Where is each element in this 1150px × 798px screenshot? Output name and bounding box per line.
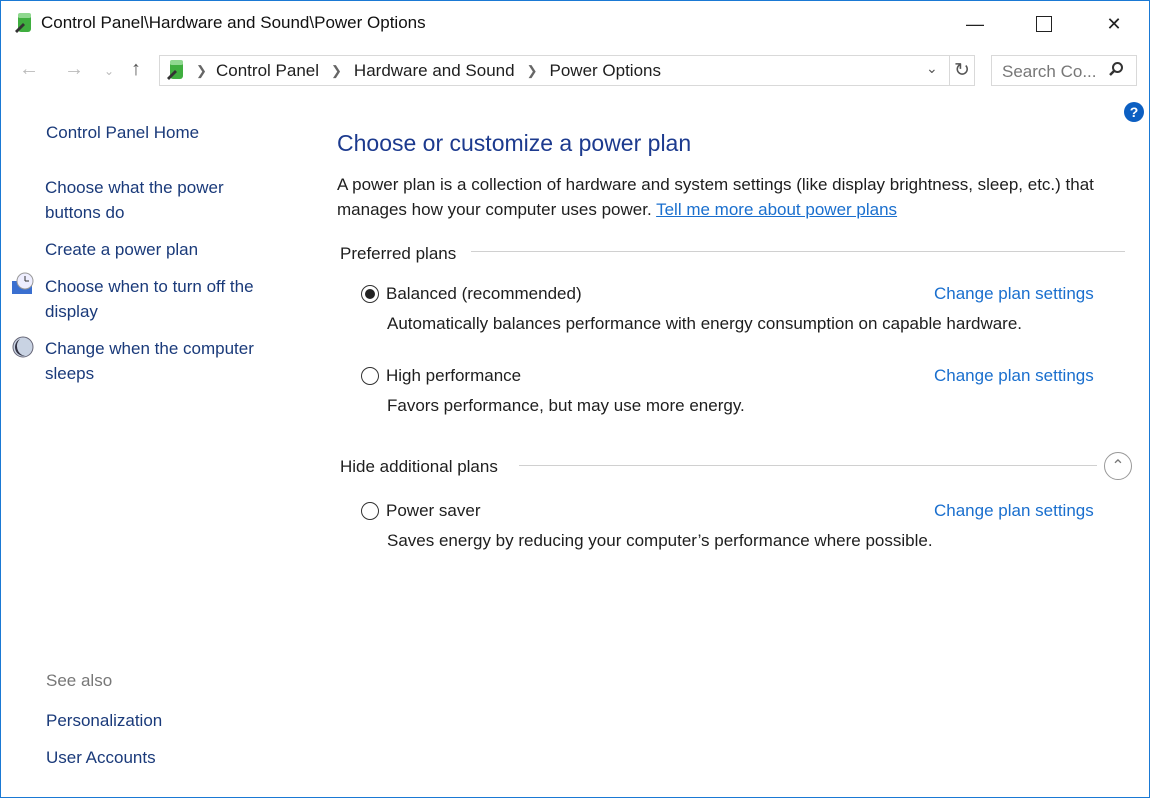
plan-description: Saves energy by reducing your computer’s… (387, 531, 933, 550)
plan-name[interactable]: Power saver (386, 501, 480, 521)
maximize-button[interactable] (1021, 1, 1067, 47)
power-options-icon (13, 11, 35, 40)
sidebar-item-display-off[interactable]: Choose when to turn off the display (45, 274, 285, 324)
see-also-personalization[interactable]: Personalization (46, 708, 162, 733)
minimize-icon: — (966, 13, 984, 34)
see-also-user-accounts[interactable]: User Accounts (46, 745, 156, 770)
breadcrumb-separator-icon: ❯ (331, 63, 342, 78)
preferred-plans-label: Preferred plans (340, 244, 457, 263)
see-also-label: See also (46, 671, 113, 690)
change-plan-settings-link[interactable]: Change plan settings (934, 284, 1094, 304)
breadcrumb-separator-icon: ❯ (526, 63, 538, 78)
divider (471, 251, 1125, 252)
display-clock-icon (11, 272, 37, 301)
page-title: Choose or customize a power plan (337, 130, 692, 156)
divider (949, 55, 950, 86)
recent-locations-chevron-icon[interactable]: ⌄ (104, 64, 114, 78)
window: Control Panel\Hardware and Sound\Power O… (0, 0, 1150, 798)
divider (519, 465, 1097, 466)
plan-description: Automatically balances performance with … (387, 314, 1023, 333)
sidebar-item-computer-sleeps[interactable]: Change when the computer sleeps (45, 336, 285, 386)
change-plan-settings-link[interactable]: Change plan settings (934, 366, 1094, 386)
breadcrumb-separator-icon: ❯ (196, 63, 207, 78)
breadcrumb: Control Panel ❯ Hardware and Sound ❯ Pow… (216, 61, 673, 81)
balanced-radio[interactable] (361, 285, 379, 303)
forward-button[interactable]: → (64, 58, 84, 81)
refresh-icon[interactable]: ↻ (954, 59, 970, 82)
sidebar-item-create-plan[interactable]: Create a power plan (45, 237, 275, 262)
breadcrumb-power-options[interactable]: Power Options (550, 61, 662, 81)
search-placeholder: Search Co... (1002, 62, 1097, 81)
back-button[interactable]: ← (19, 58, 39, 81)
chevron-up-icon: ⌃ (1111, 458, 1125, 475)
close-button[interactable]: ✕ (1091, 1, 1137, 47)
power-options-small-icon (165, 58, 187, 87)
maximize-icon (1036, 16, 1052, 32)
address-dropdown-chevron-icon[interactable]: ⌄ (926, 60, 938, 77)
hide-additional-plans-label: Hide additional plans (340, 457, 498, 476)
breadcrumb-control-panel[interactable]: Control Panel (216, 61, 319, 81)
window-title: Control Panel\Hardware and Sound\Power O… (41, 13, 426, 32)
help-icon[interactable]: ? (1124, 102, 1144, 122)
minimize-button[interactable]: — (952, 1, 998, 47)
up-button[interactable]: ↑ (131, 58, 141, 81)
collapse-plans-button[interactable]: ⌃ (1104, 452, 1132, 480)
moon-sleep-icon (11, 335, 35, 364)
radio-selected-dot (365, 289, 375, 299)
high-performance-radio[interactable] (361, 367, 379, 385)
breadcrumb-hardware-and-sound[interactable]: Hardware and Sound (354, 61, 515, 81)
close-icon: ✕ (1106, 13, 1122, 34)
search-icon[interactable] (1108, 61, 1124, 82)
plan-name[interactable]: Balanced (recommended) (386, 284, 582, 304)
change-plan-settings-link[interactable]: Change plan settings (934, 501, 1094, 521)
sidebar-control-panel-home[interactable]: Control Panel Home (46, 120, 199, 145)
plan-description: Favors performance, but may use more ene… (387, 396, 745, 415)
page-description: A power plan is a collection of hardware… (337, 172, 1137, 222)
power-saver-radio[interactable] (361, 502, 379, 520)
learn-more-link[interactable]: Tell me more about power plans (656, 200, 897, 219)
sidebar-item-power-buttons[interactable]: Choose what the power buttons do (45, 175, 275, 225)
plan-name[interactable]: High performance (386, 366, 521, 386)
